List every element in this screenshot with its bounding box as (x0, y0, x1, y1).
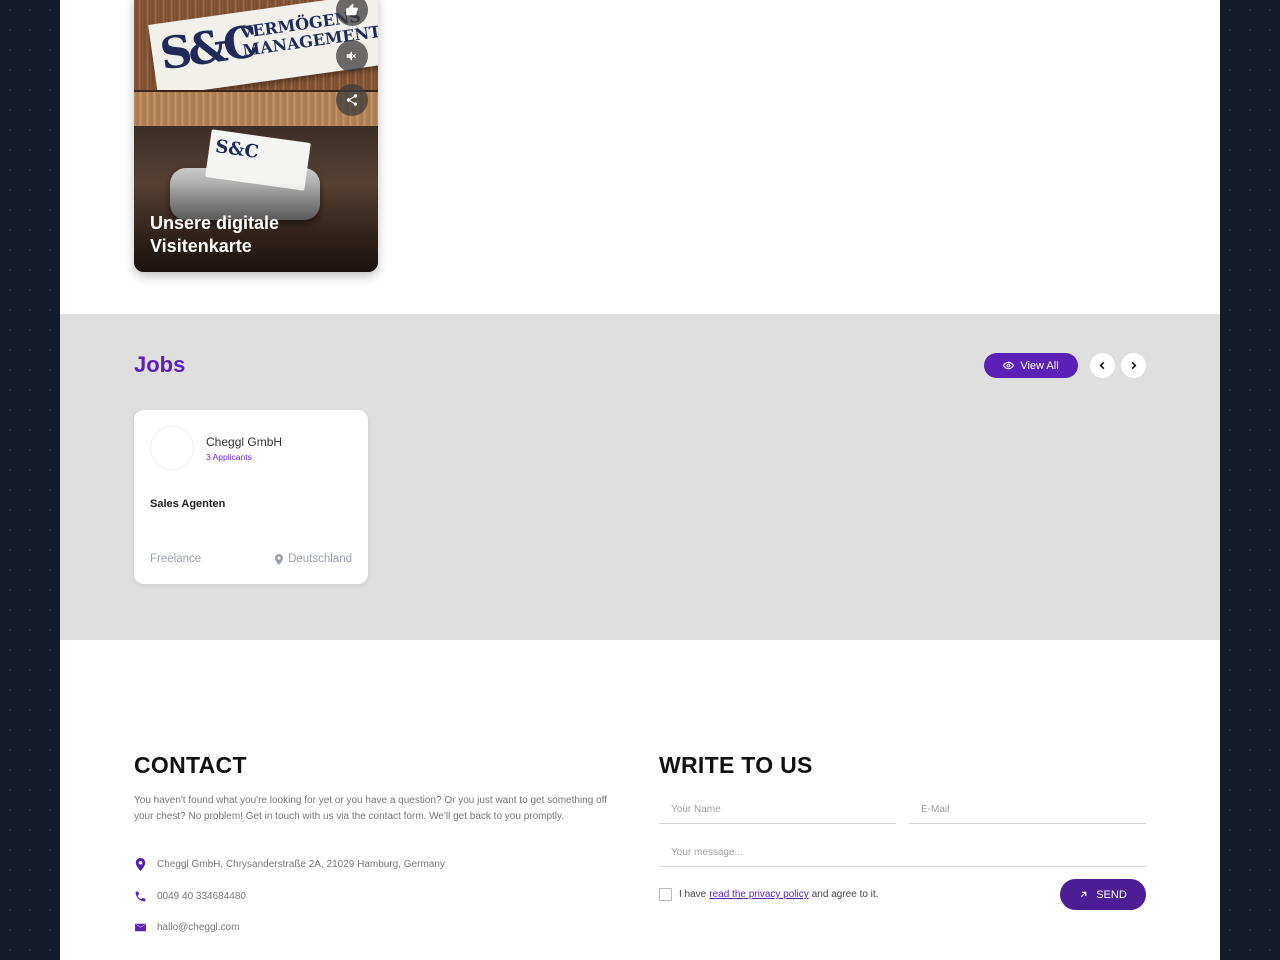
contact-email-label[interactable]: hallo@cheggl.com (157, 922, 239, 933)
email-input[interactable] (909, 796, 1146, 824)
privacy-prefix: I have (679, 889, 707, 900)
send-label: SEND (1096, 888, 1127, 901)
job-location-label: Deutschland (288, 553, 352, 565)
send-button[interactable]: SEND (1060, 879, 1146, 910)
contact-phone-label[interactable]: 0049 40 334684480 (157, 891, 246, 902)
job-applicants: 3 Applicants (206, 452, 252, 462)
contact-phone[interactable]: 0049 40 334684480 (134, 890, 246, 903)
page-container: S&C VERMÖGENS MANAGEMENT S&C Unsere digi… (60, 0, 1220, 960)
location-pin-icon (135, 858, 146, 871)
privacy-suffix: and agree to it. (811, 889, 879, 900)
job-company[interactable]: Cheggl GmbH (206, 435, 282, 449)
privacy-consent: I have read the privacy policy and agree… (659, 888, 878, 901)
view-all-label: View All (1020, 359, 1059, 372)
job-type: Freelance (150, 553, 202, 565)
mute-icon (346, 51, 357, 61)
share-button[interactable] (336, 84, 368, 116)
chevron-right-icon (1131, 361, 1137, 370)
next-button[interactable] (1121, 353, 1146, 378)
job-location: Deutschland (275, 553, 352, 565)
contact-title: CONTACT (134, 752, 247, 778)
mute-button[interactable] (336, 40, 368, 72)
envelope-icon (135, 923, 146, 932)
share-icon (346, 94, 358, 106)
contact-address: Cheggl GmbH, Chrysanderstraße 2A, 21029 … (134, 858, 445, 871)
privacy-policy-link[interactable]: read the privacy policy (709, 889, 809, 900)
video-card[interactable]: S&C VERMÖGENS MANAGEMENT S&C Unsere digi… (134, 0, 378, 272)
jobs-title: Jobs (134, 352, 186, 377)
job-card[interactable]: Cheggl GmbH 3 Applicants Sales Agenten F… (134, 410, 368, 584)
contact-address-label: Cheggl GmbH, Chrysanderstraße 2A, 21029 … (157, 859, 445, 870)
company-avatar (150, 426, 194, 470)
write-to-us-title: WRITE TO US (659, 752, 813, 778)
location-pin-icon (275, 553, 284, 565)
prev-button[interactable] (1090, 353, 1115, 378)
name-input[interactable] (659, 796, 896, 824)
view-all-button[interactable]: View All (984, 353, 1078, 378)
eye-icon (1003, 361, 1015, 370)
message-input[interactable] (659, 839, 1146, 867)
privacy-checkbox[interactable] (659, 888, 672, 901)
jobs-section: Jobs View All Cheggl GmbH 3 Applicants S… (60, 314, 1220, 640)
video-title: Unsere digitale Visitenkarte (150, 213, 280, 256)
phone-icon (135, 891, 146, 902)
contact-email[interactable]: hallo@cheggl.com (134, 921, 239, 934)
business-card-logo: S&C (214, 136, 261, 163)
like-icon (346, 3, 358, 16)
arrow-up-right-icon (1081, 891, 1087, 898)
job-title[interactable]: Sales Agenten (150, 498, 225, 510)
chevron-left-icon (1099, 361, 1105, 370)
contact-text: You haven't found what you're looking fo… (134, 795, 608, 822)
